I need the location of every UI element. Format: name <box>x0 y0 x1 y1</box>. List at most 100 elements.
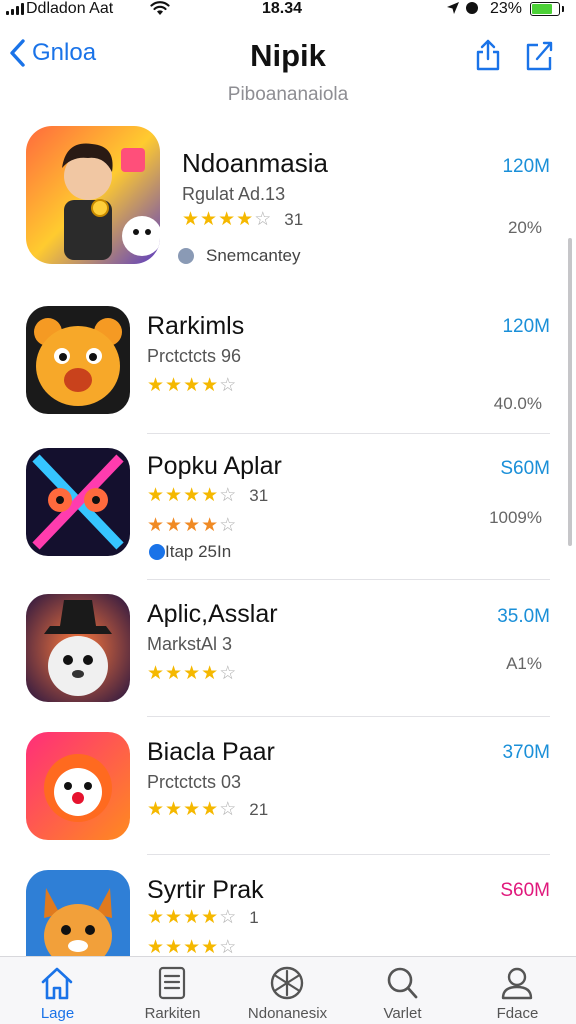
app-size: 120M <box>502 316 550 337</box>
app-rating: ★★★★☆ 1 <box>147 908 259 928</box>
list-item[interactable]: Aplic,Asslar MarkstAl 3 ★★★★☆ 35.0M A1% <box>0 592 576 718</box>
app-tag-label: Snemcantey <box>206 246 301 265</box>
star-filled-icon: ★ <box>147 907 165 928</box>
star-filled-icon: ★ <box>201 937 219 958</box>
tab-bar: Lage Rarkiten Ndonanesix Varlet Fdace <box>0 956 576 1024</box>
tab-home[interactable]: Lage <box>0 957 115 1024</box>
app-tag-label: Itap 25In <box>165 542 232 561</box>
tab-games[interactable]: Ndonanesix <box>230 957 345 1024</box>
tab-profile[interactable]: Fdace <box>460 957 575 1024</box>
app-icon-hero <box>26 126 160 264</box>
tab-label: Rarkiten <box>144 1005 201 1022</box>
carrier-name: Ddladon Aat <box>26 0 114 17</box>
app-size: S60M <box>500 880 550 901</box>
star-filled-icon: ★ <box>236 209 254 230</box>
shield-icon <box>178 248 194 264</box>
app-tag: Snemcantey <box>178 246 301 266</box>
app-size: 370M <box>502 742 550 763</box>
star-filled-icon: ★ <box>147 663 165 684</box>
app-percent: 20% <box>507 218 542 237</box>
star-filled-icon: ★ <box>201 907 219 928</box>
verified-icon <box>149 544 165 560</box>
app-name: Aplic,Asslar <box>147 600 278 628</box>
star-filled-icon: ★ <box>183 375 201 396</box>
app-icon-face <box>26 732 130 840</box>
star-filled-icon: ★ <box>183 799 201 820</box>
home-icon <box>41 967 73 1000</box>
star-filled-icon: ★ <box>165 485 183 506</box>
divider <box>147 579 550 580</box>
list-item[interactable]: Popku Aplar ★★★★☆ 31 ★★★★☆ Itap 25In S60… <box>0 446 576 580</box>
star-filled-icon: ★ <box>201 799 219 820</box>
star-filled-icon: ★ <box>165 907 183 928</box>
search-icon <box>387 967 418 999</box>
star-empty-icon: ☆ <box>219 485 237 506</box>
tab-label: Lage <box>40 1005 75 1022</box>
star-filled-icon: ★ <box>201 375 219 396</box>
divider <box>147 716 550 717</box>
tab-rankings[interactable]: Rarkiten <box>115 957 230 1024</box>
scrollbar[interactable] <box>568 238 572 546</box>
wifi-icon <box>150 1 170 15</box>
alarm-icon <box>466 2 478 14</box>
tab-label: Varlet <box>383 1005 422 1022</box>
star-filled-icon: ★ <box>201 485 219 506</box>
battery-percent: 23% <box>490 0 523 17</box>
star-filled-icon: ★ <box>201 515 219 536</box>
app-icon-neon <box>26 448 130 556</box>
rating-count: 31 <box>249 486 269 505</box>
compose-icon[interactable] <box>524 38 554 72</box>
star-filled-icon: ★ <box>147 799 165 820</box>
star-filled-icon: ★ <box>165 663 183 684</box>
tab-label: Ndonanesix <box>247 1005 328 1022</box>
battery-icon <box>530 2 560 16</box>
list-item[interactable]: Ndoanmasia Rgulat Ad.13 ★★★★☆ 31 Snemcan… <box>0 126 576 286</box>
star-empty-icon: ☆ <box>219 799 237 820</box>
app-subtitle: MarkstAl 3 <box>147 634 233 654</box>
app-icon-hat <box>26 594 130 702</box>
app-tag: Itap 25In <box>149 542 232 562</box>
app-rating: ★★★★☆ 31 <box>182 210 303 230</box>
app-rating-secondary: ★★★★☆ <box>147 938 237 958</box>
app-name: Popku Aplar <box>147 452 282 480</box>
app-rating: ★★★★☆ <box>147 664 237 684</box>
list-item[interactable]: Biacla Paar Prctctcts 03 ★★★★☆ 21 370M <box>0 730 576 856</box>
app-percent: 40.0% <box>493 394 542 413</box>
star-filled-icon: ★ <box>200 209 218 230</box>
star-filled-icon: ★ <box>183 937 201 958</box>
app-icon-bear <box>26 306 130 414</box>
clock: 18.34 <box>262 0 303 17</box>
star-filled-icon: ★ <box>183 907 201 928</box>
star-filled-icon: ★ <box>165 799 183 820</box>
star-filled-icon: ★ <box>183 663 201 684</box>
star-empty-icon: ☆ <box>219 907 237 928</box>
star-filled-icon: ★ <box>218 209 236 230</box>
app-name: Biacla Paar <box>147 738 275 766</box>
star-filled-icon: ★ <box>147 375 165 396</box>
app-name: Rarkimls <box>147 312 245 340</box>
star-filled-icon: ★ <box>165 937 183 958</box>
list-item[interactable]: Rarkimls Prctctcts 96 ★★★★☆ 120M 40.0% <box>0 306 576 434</box>
app-percent: 1009% <box>489 508 542 527</box>
tab-label: Fdace <box>496 1005 539 1022</box>
star-filled-icon: ★ <box>147 937 165 958</box>
app-subtitle: Prctctcts 96 <box>147 346 242 366</box>
share-icon[interactable] <box>473 38 503 72</box>
star-empty-icon: ☆ <box>219 375 237 396</box>
games-icon <box>270 966 304 1000</box>
app-subtitle: Prctctcts 03 <box>147 772 242 792</box>
app-rating: ★★★★☆ 31 <box>147 486 268 506</box>
app-rating-secondary: ★★★★☆ <box>147 516 237 536</box>
divider <box>147 854 550 855</box>
tab-search[interactable]: Varlet <box>345 957 460 1024</box>
rating-count: 31 <box>284 210 304 229</box>
status-bar: Ddladon Aat 18.34 23% <box>0 0 576 20</box>
star-empty-icon: ☆ <box>219 937 237 958</box>
list-item[interactable]: Syrtir Prak ★★★★☆ 1 ★★★★☆ S60M <box>0 868 576 958</box>
star-filled-icon: ★ <box>165 515 183 536</box>
star-filled-icon: ★ <box>147 515 165 536</box>
app-rating: ★★★★☆ <box>147 376 237 396</box>
signal-icon <box>6 3 24 15</box>
divider <box>147 433 550 434</box>
app-size: S60M <box>500 458 550 479</box>
